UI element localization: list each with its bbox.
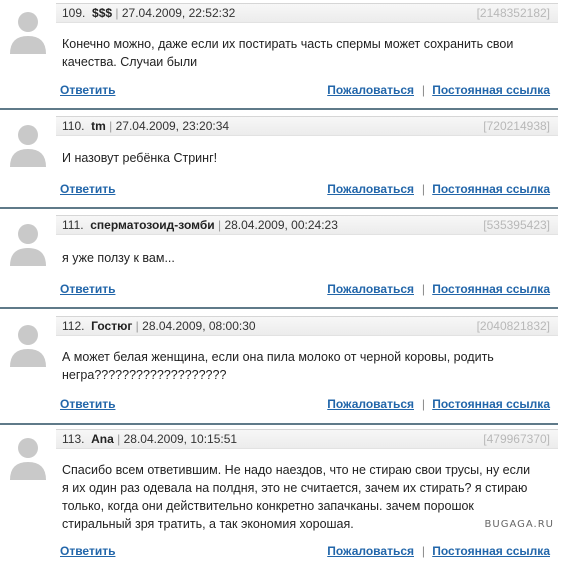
comment: 109. $$$ | 27.04.2009, 22:52:32 [2148352… — [0, 0, 558, 110]
user-avatar-icon — [10, 325, 46, 367]
comment-header: 112. Гостюг | 28.04.2009, 08:00:30 [2040… — [56, 316, 558, 336]
comment-text: А может белая женщина, если она пила мол… — [62, 350, 494, 382]
permalink-link[interactable]: Постоянная ссылка — [432, 397, 550, 411]
reply-link[interactable]: Ответить — [60, 282, 115, 296]
comment-header: 111. сперматозоид-зомби | 28.04.2009, 00… — [56, 215, 558, 235]
report-link[interactable]: Пожаловаться — [327, 544, 414, 558]
permalink-link[interactable]: Постоянная ссылка — [432, 282, 550, 296]
reply-link[interactable]: Ответить — [60, 182, 115, 196]
site-watermark: BUGAGA.RU — [484, 519, 554, 530]
comment: 113. Ana | 28.04.2009, 10:15:51 [4799673… — [0, 426, 558, 567]
comment-id: [479967370] — [483, 432, 550, 446]
action-separator: | — [421, 544, 425, 558]
reply-link[interactable]: Ответить — [60, 544, 115, 558]
comment-number: 110. — [62, 119, 85, 133]
comment-header: 109. $$$ | 27.04.2009, 22:52:32 [2148352… — [56, 3, 558, 23]
user-avatar-icon — [10, 12, 46, 54]
permalink-link[interactable]: Постоянная ссылка — [432, 83, 550, 97]
comment-author[interactable]: tm — [91, 119, 106, 133]
reply-link[interactable]: Ответить — [60, 397, 115, 411]
reply-link[interactable]: Ответить — [60, 83, 115, 97]
comment-number: 113. — [62, 432, 85, 446]
comment-date: 28.04.2009, 10:15:51 — [123, 432, 238, 446]
comment-id: [2148352182] — [476, 6, 550, 20]
permalink-link[interactable]: Постоянная ссылка — [432, 544, 550, 558]
comment-number: 109. — [62, 6, 86, 20]
comment-date: 27.04.2009, 22:52:32 — [121, 6, 236, 20]
comment-text: я уже ползу к вам... — [62, 251, 175, 265]
user-avatar-icon — [10, 224, 46, 266]
comment-id: [720214938] — [483, 119, 550, 133]
comment-divider — [0, 207, 558, 209]
comment-id: [535395423] — [483, 218, 550, 232]
comment-text: И назовут ребёнка Стринг! — [62, 151, 218, 165]
comment-author[interactable]: Ana — [91, 432, 114, 446]
user-avatar-icon — [10, 125, 46, 167]
comment-text: Конечно можно, даже если их постирать ча… — [62, 37, 514, 69]
comment-number: 112. — [62, 319, 85, 333]
comment-divider — [0, 307, 558, 309]
comment-date: 28.04.2009, 08:00:30 — [142, 319, 256, 333]
comment-header: 110. tm | 27.04.2009, 23:20:34 [72021493… — [56, 116, 558, 136]
report-link[interactable]: Пожаловаться — [327, 182, 414, 196]
permalink-link[interactable]: Постоянная ссылка — [432, 182, 550, 196]
comment-author[interactable]: сперматозоид-зомби — [90, 218, 214, 232]
comment: 112. Гостюг | 28.04.2009, 08:00:30 [2040… — [0, 313, 558, 426]
report-link[interactable]: Пожаловаться — [327, 397, 414, 411]
comment: 110. tm | 27.04.2009, 23:20:34 [72021493… — [0, 113, 558, 209]
action-separator: | — [421, 282, 425, 296]
report-link[interactable]: Пожаловаться — [327, 282, 414, 296]
comment-header: 113. Ana | 28.04.2009, 10:15:51 [4799673… — [56, 429, 558, 449]
comment: 111. сперматозоид-зомби | 28.04.2009, 00… — [0, 212, 558, 310]
report-link[interactable]: Пожаловаться — [327, 83, 414, 97]
comment-date: 27.04.2009, 23:20:34 — [115, 119, 230, 133]
action-separator: | — [421, 182, 425, 196]
action-separator: | — [421, 83, 425, 97]
comment-divider — [0, 423, 558, 425]
comment-date: 28.04.2009, 00:24:23 — [224, 218, 338, 232]
comment-id: [2040821832] — [476, 319, 550, 333]
comment-number: 111. — [62, 218, 84, 232]
comment-author[interactable]: Гостюг — [91, 319, 132, 333]
comment-author[interactable]: $$$ — [92, 6, 112, 20]
user-avatar-icon — [10, 438, 46, 480]
comment-divider — [0, 108, 558, 110]
comment-text: Спасибо всем ответившим. Не надо наездов… — [62, 463, 531, 531]
action-separator: | — [421, 397, 425, 411]
